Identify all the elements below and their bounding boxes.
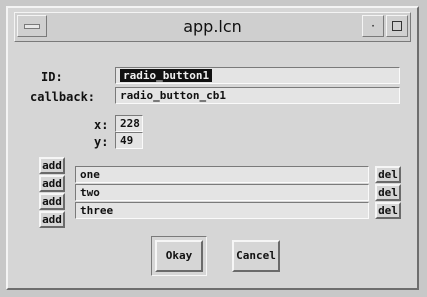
window-title: app.lcn xyxy=(183,17,242,36)
callback-field[interactable]: radio_button_cb1 xyxy=(115,87,400,104)
list-item-value: three xyxy=(80,204,114,217)
x-field-value: 228 xyxy=(120,117,140,130)
minimize-button[interactable]: · xyxy=(362,15,384,37)
cancel-button[interactable]: Cancel xyxy=(232,240,280,272)
okay-button[interactable]: Okay xyxy=(155,240,203,272)
list-item-field[interactable]: two xyxy=(75,184,369,201)
id-field-value: radio_button1 xyxy=(120,69,213,82)
dialog-window: app.lcn · ID: radio_button1 callback: ra… xyxy=(6,6,419,290)
callback-field-value: radio_button_cb1 xyxy=(120,89,226,102)
add-button-4[interactable]: add xyxy=(39,211,65,228)
minimize-icon: · xyxy=(371,19,375,33)
list-item-field[interactable]: one xyxy=(75,166,369,183)
del-button-3[interactable]: del xyxy=(375,202,401,219)
add-button-1[interactable]: add xyxy=(39,157,65,174)
list-item-value: two xyxy=(80,186,100,199)
x-field[interactable]: 228 xyxy=(115,115,143,132)
list-item-value: one xyxy=(80,168,100,181)
y-label: y: xyxy=(94,135,109,149)
add-button-2[interactable]: add xyxy=(39,175,65,192)
maximize-button[interactable] xyxy=(386,15,408,37)
id-field[interactable]: radio_button1 xyxy=(115,67,400,84)
callback-label: callback: xyxy=(30,90,96,104)
list-item-field[interactable]: three xyxy=(75,202,369,219)
y-field[interactable]: 49 xyxy=(115,132,143,149)
title-bar[interactable]: app.lcn · xyxy=(14,12,411,42)
maximize-icon xyxy=(392,21,402,31)
del-button-2[interactable]: del xyxy=(375,184,401,201)
y-field-value: 49 xyxy=(120,134,134,147)
id-label: ID: xyxy=(41,70,63,84)
add-button-3[interactable]: add xyxy=(39,193,65,210)
del-button-1[interactable]: del xyxy=(375,166,401,183)
x-label: x: xyxy=(94,118,109,132)
